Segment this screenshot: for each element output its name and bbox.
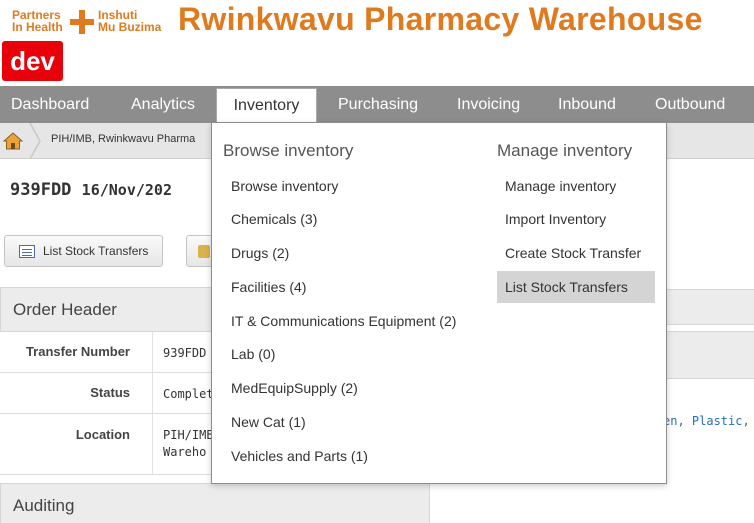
tab-inventory[interactable]: Inventory bbox=[216, 88, 317, 124]
transfer-number-title: 939FDD bbox=[10, 180, 72, 200]
location-value-line-1: PIH/IMB bbox=[163, 428, 214, 442]
edit-icon bbox=[198, 245, 210, 258]
transfer-number-label: Transfer Number bbox=[25, 344, 130, 359]
menu-item-manage-inventory[interactable]: Manage inventory bbox=[497, 170, 655, 202]
manage-inventory-heading: Manage inventory bbox=[497, 141, 633, 160]
tab-inbound[interactable]: Inbound bbox=[558, 86, 616, 123]
menu-item-list-stock-transfers[interactable]: List Stock Transfers bbox=[497, 271, 655, 303]
logo-line-4: Mu Buzima bbox=[98, 20, 162, 34]
page-title: 939FDD 16/Nov/202 bbox=[10, 180, 172, 200]
location-value-line-2: Wareho bbox=[163, 445, 207, 459]
status-value: Complet bbox=[163, 387, 214, 401]
tab-dashboard[interactable]: Dashboard bbox=[11, 86, 89, 123]
transfer-date-title: 16/Nov/202 bbox=[81, 181, 172, 199]
tab-purchasing[interactable]: Purchasing bbox=[338, 86, 418, 123]
menu-item-create-stock-transfer[interactable]: Create Stock Transfer bbox=[497, 237, 655, 269]
logo-line-2: In Health bbox=[12, 20, 63, 34]
menu-item-vehicles-parts[interactable]: Vehicles and Parts (1) bbox=[223, 440, 368, 472]
menu-item-lab[interactable]: Lab (0) bbox=[223, 338, 275, 370]
right-panel-header bbox=[660, 289, 754, 325]
menu-item-new-cat[interactable]: New Cat (1) bbox=[223, 406, 306, 438]
auditing-panel-title: Auditing bbox=[0, 483, 430, 523]
menu-item-facilities[interactable]: Facilities (4) bbox=[223, 271, 306, 303]
main-nav: Dashboard Analytics Inventory Purchasing… bbox=[0, 86, 754, 124]
inventory-dropdown-menu: Browse inventory Browse inventory Chemic… bbox=[211, 122, 667, 484]
pih-logo: Partners In Health Inshuti Mu Buzima bbox=[12, 7, 170, 37]
status-label: Status bbox=[90, 385, 130, 400]
tab-analytics[interactable]: Analytics bbox=[131, 86, 195, 123]
transfer-number-value: 939FDD bbox=[163, 346, 207, 360]
location-label: Location bbox=[75, 427, 130, 442]
list-stock-transfers-label: List Stock Transfers bbox=[43, 244, 149, 258]
logo-text-inshuti: Inshuti Mu Buzima bbox=[98, 9, 161, 33]
logo-text-pih: Partners In Health bbox=[12, 9, 63, 33]
tab-outbound[interactable]: Outbound bbox=[655, 86, 725, 123]
menu-item-chemicals[interactable]: Chemicals (3) bbox=[223, 203, 317, 235]
home-icon[interactable] bbox=[3, 132, 23, 150]
cross-logo-icon bbox=[70, 10, 94, 34]
env-badge: dev bbox=[2, 41, 63, 81]
menu-item-medequipsupply[interactable]: MedEquipSupply (2) bbox=[223, 372, 358, 404]
breadcrumb-separator-icon bbox=[29, 123, 41, 159]
tab-invoicing[interactable]: Invoicing bbox=[457, 86, 520, 123]
browse-inventory-heading: Browse inventory bbox=[223, 141, 354, 160]
list-stock-transfers-button[interactable]: List Stock Transfers bbox=[4, 235, 163, 267]
menu-item-import-inventory[interactable]: Import Inventory bbox=[497, 203, 655, 235]
breadcrumb-location[interactable]: PIH/IMB, Rwinkwavu Pharma bbox=[51, 133, 195, 145]
menu-item-it-communications[interactable]: IT & Communications Equipment (2) bbox=[223, 305, 456, 337]
right-panel-subheader bbox=[660, 331, 754, 379]
list-icon bbox=[19, 245, 35, 258]
menu-item-browse-inventory[interactable]: Browse inventory bbox=[223, 170, 338, 202]
category-links[interactable]: en, Plastic, Nor bbox=[663, 414, 754, 428]
app-title: Rwinkwavu Pharmacy Warehouse bbox=[178, 1, 703, 37]
menu-item-drugs[interactable]: Drugs (2) bbox=[223, 237, 289, 269]
